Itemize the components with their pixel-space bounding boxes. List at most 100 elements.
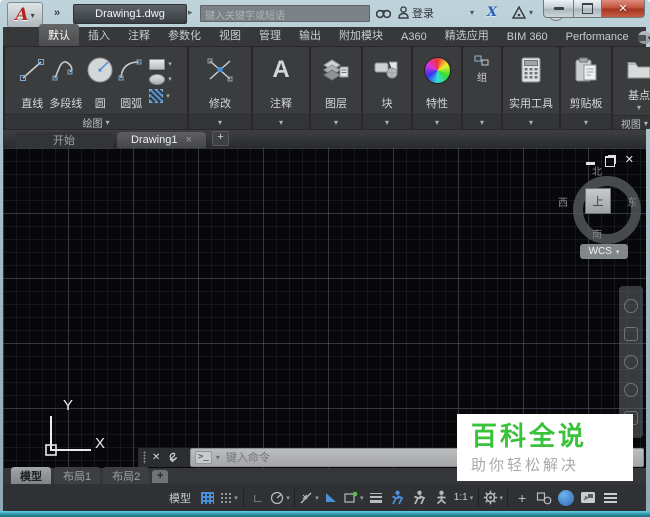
insert-block-button[interactable]: 块	[370, 47, 404, 114]
graphics-performance-button[interactable]	[556, 487, 576, 508]
command-close-icon[interactable]: ✕	[152, 452, 160, 463]
grid-display-button[interactable]	[197, 487, 217, 508]
ribbon-tab-output[interactable]: 输出	[290, 24, 330, 46]
ribbon-tab-annotate[interactable]: 注释	[119, 24, 159, 46]
help-search-box[interactable]	[200, 5, 370, 22]
file-tab-drawing1[interactable]: Drawing1 ×	[117, 132, 206, 148]
chevron-down-icon: ▾	[334, 118, 338, 127]
viewcube-east[interactable]: 东	[627, 194, 637, 209]
ribbon-tab-view[interactable]: 视图	[210, 24, 250, 46]
signin-dropdown[interactable]: ▾	[470, 4, 474, 21]
nav-wheel-icon[interactable]	[624, 299, 638, 313]
snap-angle-icon	[324, 491, 338, 504]
panel-properties-expander[interactable]: ▾	[413, 114, 461, 129]
tab-layout2[interactable]: 布局2	[103, 467, 149, 485]
ribbon-tab-parametric[interactable]: 参数化	[159, 24, 210, 46]
ellipse-button[interactable]: ▾	[149, 74, 172, 85]
file-tab-start[interactable]: 开始	[15, 132, 113, 148]
window-bottom-border	[0, 511, 650, 517]
panel-clipboard-expander[interactable]: ▾	[561, 114, 611, 129]
rectangle-button[interactable]: ▾	[149, 59, 172, 70]
text-button[interactable]: A 注释	[268, 47, 294, 114]
new-layout-button[interactable]: +	[152, 470, 168, 483]
ribbon-tab-a360[interactable]: A360	[392, 28, 436, 46]
properties-button[interactable]: 特性	[422, 47, 453, 114]
close-button[interactable]: ✕	[601, 0, 645, 18]
polar-tracking-button[interactable]: ▾	[270, 487, 290, 508]
ribbon-tab-featured-apps[interactable]: 精选应用	[436, 24, 498, 46]
lineweight-button[interactable]	[366, 487, 386, 508]
layer-properties-button[interactable]: 图层	[320, 47, 352, 114]
arc-button[interactable]: 圆弧	[116, 47, 146, 114]
orbit-icon[interactable]	[624, 383, 638, 397]
viewcube-south[interactable]: 南	[592, 226, 602, 241]
isolate-objects-button[interactable]	[534, 487, 554, 508]
tab-layout1[interactable]: 布局1	[54, 467, 100, 485]
wrench-icon[interactable]	[166, 452, 178, 464]
group-button[interactable]: 组	[472, 47, 492, 114]
viewcube-north[interactable]: 北	[592, 163, 602, 178]
ribbon-tab-bar: 默认 插入 注释 参数化 视图 管理 输出 附加模块 A360 精选应用 BIM…	[3, 27, 646, 46]
signin-button[interactable]: 登录	[398, 4, 434, 21]
customization-button[interactable]	[600, 487, 620, 508]
panel-draw-expander[interactable]: 绘图 ▾	[5, 114, 187, 129]
line-button[interactable]: 直线	[17, 47, 47, 114]
polyline-button[interactable]: 多段线	[47, 47, 84, 114]
base-point-button[interactable]: 基点 ▾	[624, 47, 650, 115]
zoom-icon[interactable]	[624, 355, 638, 369]
ribbon-tab-insert[interactable]: 插入	[79, 24, 119, 46]
communication-center-button[interactable]: ▾	[512, 4, 533, 21]
app-menu-button[interactable]: A ▾	[7, 2, 43, 28]
viewcube-west[interactable]: 西	[558, 194, 568, 209]
measure-button[interactable]: 实用工具	[507, 47, 555, 114]
panel-block-expander[interactable]: ▾	[363, 114, 411, 129]
ribbon-tab-bim360[interactable]: BIM 360	[498, 28, 557, 46]
hatch-button[interactable]: ▾	[149, 89, 172, 103]
person-icon	[398, 6, 409, 19]
ribbon-tab-manage[interactable]: 管理	[250, 24, 290, 46]
ribbon-display-toggle[interactable]: ▾	[638, 31, 650, 44]
panel-modify-expander[interactable]: ▾	[189, 114, 251, 129]
pan-icon[interactable]	[624, 327, 638, 341]
circle-button[interactable]: 圆	[84, 47, 116, 114]
tab-model[interactable]: 模型	[11, 467, 51, 485]
osnap-button[interactable]: ▾	[299, 487, 319, 508]
annotation-scale-button[interactable]: 1:1 ▾	[454, 487, 474, 508]
maximize-icon	[582, 3, 593, 14]
search-input[interactable]	[201, 9, 369, 24]
draw-small-tools: ▾ ▾ ▾	[146, 47, 175, 114]
new-drawing-button[interactable]: +	[212, 131, 229, 146]
quick-access-expand-button[interactable]: »	[48, 6, 66, 21]
clean-screen-button[interactable]	[578, 487, 598, 508]
ribbon-tab-home[interactable]: 默认	[39, 24, 79, 46]
minimize-button[interactable]	[543, 0, 574, 18]
annotation-scale-person-button[interactable]	[432, 487, 452, 508]
object-snap-3d-button[interactable]: ▾	[343, 487, 364, 508]
ribbon-tab-addins[interactable]: 附加模块	[330, 24, 392, 46]
panel-layers-expander[interactable]: ▾	[311, 114, 361, 129]
ribbon-tab-performance[interactable]: Performance	[557, 28, 638, 46]
tab-close-icon[interactable]: ×	[185, 134, 191, 146]
paste-button[interactable]: 剪贴板	[568, 47, 605, 114]
ortho-button[interactable]: ∟	[248, 487, 268, 508]
viewcube-top-face[interactable]: 上	[585, 188, 611, 214]
panel-view-expander[interactable]: 视图 ▾ ◢	[613, 115, 650, 129]
panel-utilities-expander[interactable]: ▾	[503, 114, 559, 129]
workspace-switching-button[interactable]: ▾	[483, 487, 504, 508]
search-button[interactable]	[376, 4, 391, 21]
drag-grip-icon[interactable]	[143, 451, 146, 464]
snap-mode-button[interactable]: ▾	[219, 487, 239, 508]
object-snap-2d-button[interactable]	[321, 487, 341, 508]
move-button[interactable]: 修改	[204, 47, 236, 114]
viewcube[interactable]: 上 北 南 西 东	[563, 166, 650, 254]
crosshair-button[interactable]: +	[512, 487, 532, 508]
annotation-visibility-button[interactable]	[388, 487, 408, 508]
panel-annotate-expander[interactable]: ▾	[253, 114, 309, 129]
chevron-down-icon[interactable]: ▾	[216, 453, 220, 462]
wcs-dropdown[interactable]: WCS ▾	[580, 244, 628, 259]
autoscale-button[interactable]	[410, 487, 430, 508]
panel-groups-expander[interactable]: ▾	[463, 114, 501, 129]
maximize-button[interactable]	[574, 0, 601, 18]
exchange-apps-button[interactable]: X	[487, 4, 497, 21]
lineweight-icon	[370, 493, 382, 503]
